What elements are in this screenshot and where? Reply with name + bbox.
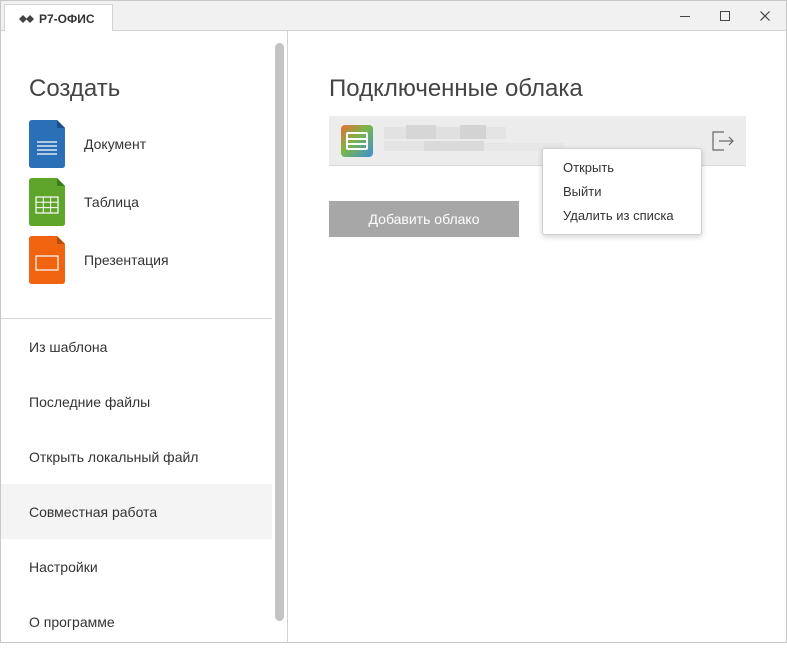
- cloud-provider-icon: [341, 125, 373, 157]
- create-spreadsheet-item[interactable]: Таблица: [29, 178, 259, 226]
- sidebar-item-from-template[interactable]: Из шаблона: [1, 319, 272, 374]
- sidebar-scrollbar-thumb[interactable]: [275, 43, 284, 621]
- app-tab[interactable]: Р7-ОФИС: [4, 4, 113, 32]
- minimize-button[interactable]: [663, 1, 707, 31]
- create-document-label: Документ: [84, 136, 147, 152]
- sidebar: Создать Документ Таблица Презентация Из …: [1, 31, 288, 642]
- main-panel: Подключенные облака Добавить облако: [289, 31, 786, 642]
- sidebar-item-about[interactable]: О программе: [1, 594, 272, 649]
- logout-icon[interactable]: [709, 128, 735, 154]
- create-spreadsheet-label: Таблица: [84, 194, 139, 210]
- menu-item-open[interactable]: Открыть: [543, 155, 701, 179]
- maximize-icon: [720, 11, 730, 21]
- r7-logo-icon: [19, 14, 34, 23]
- document-icon: [29, 120, 65, 168]
- create-heading: Создать: [29, 75, 121, 102]
- menu-item-remove-from-list[interactable]: Удалить из списка: [543, 203, 701, 227]
- close-button[interactable]: [743, 1, 787, 31]
- create-presentation-item[interactable]: Презентация: [29, 236, 259, 284]
- maximize-button[interactable]: [703, 1, 747, 31]
- sidebar-item-open-local-file[interactable]: Открыть локальный файл: [1, 429, 272, 484]
- presentation-icon: [29, 236, 65, 284]
- app-name: Р7-ОФИС: [39, 11, 95, 26]
- minimize-icon: [680, 16, 690, 17]
- cloud-name-redacted: [384, 125, 564, 155]
- close-icon: [760, 11, 770, 21]
- sidebar-item-collaboration[interactable]: Совместная работа: [1, 484, 272, 539]
- title-bar: Р7-ОФИС: [1, 1, 787, 32]
- spreadsheet-icon: [29, 178, 65, 226]
- create-document-item[interactable]: Документ: [29, 120, 259, 168]
- sidebar-scrollbar[interactable]: [275, 43, 284, 621]
- sidebar-item-settings[interactable]: Настройки: [1, 539, 272, 594]
- menu-item-logout[interactable]: Выйти: [543, 179, 701, 203]
- sidebar-item-recent-files[interactable]: Последние файлы: [1, 374, 272, 429]
- page-title: Подключенные облака: [329, 75, 583, 102]
- cloud-context-menu: Открыть Выйти Удалить из списка: [542, 148, 702, 235]
- create-presentation-label: Презентация: [84, 252, 169, 268]
- app-window: Р7-ОФИС Создать Документ Таблица Презент…: [0, 0, 787, 643]
- add-cloud-button[interactable]: Добавить облако: [329, 201, 519, 237]
